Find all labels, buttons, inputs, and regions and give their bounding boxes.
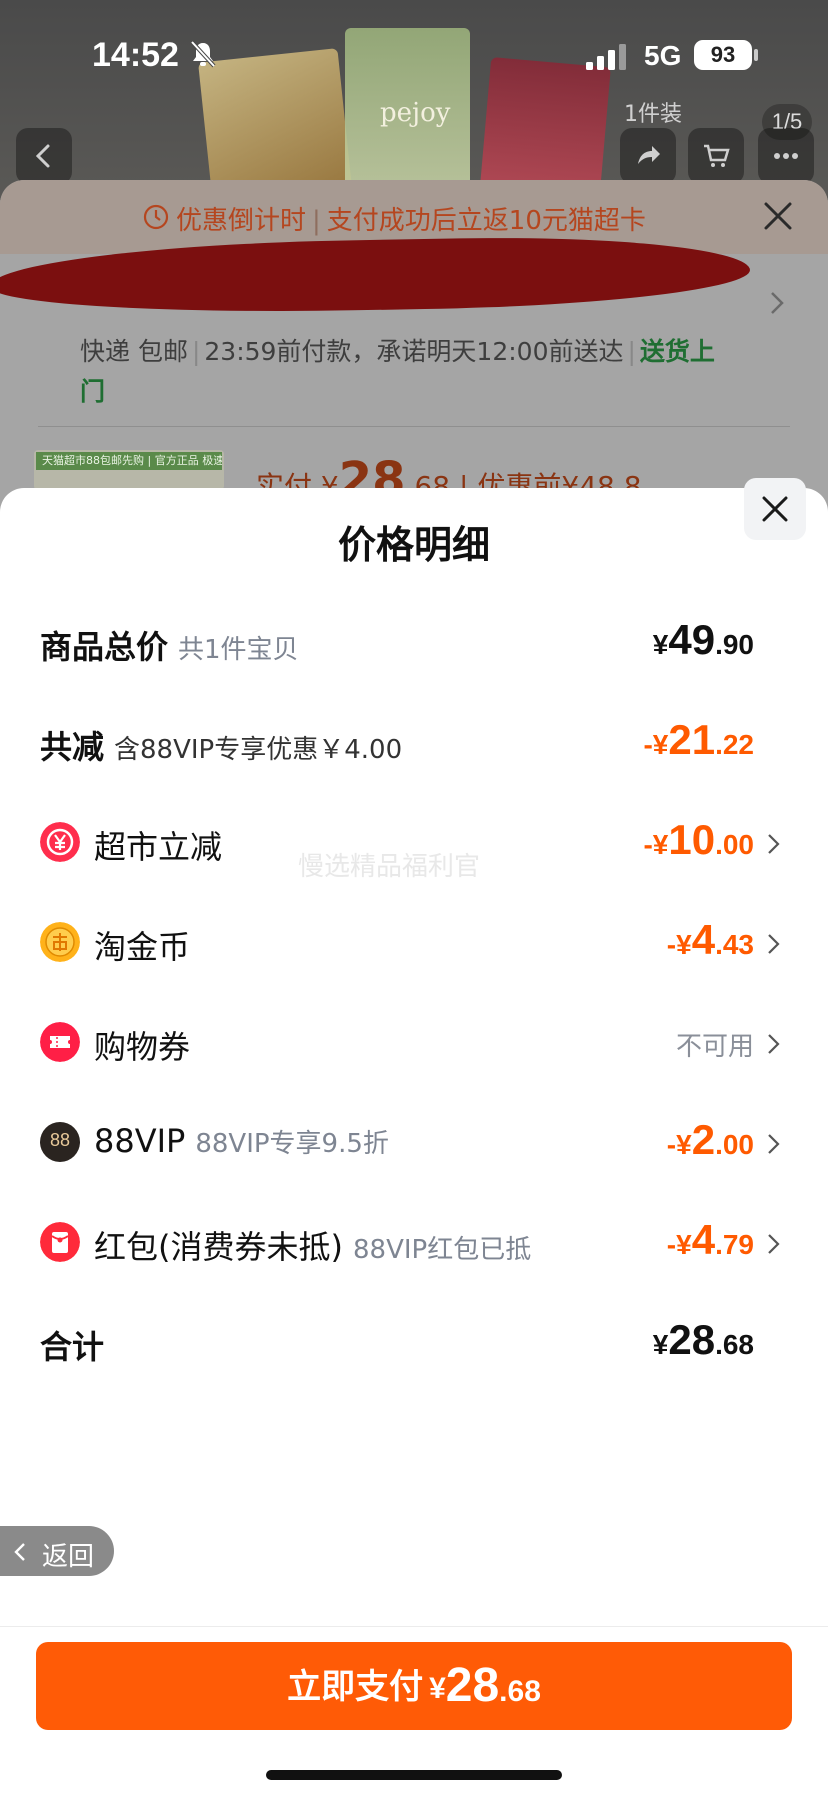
row-label: 超市立减 bbox=[94, 828, 223, 866]
row-label: 淘金币 bbox=[94, 928, 191, 966]
back-button[interactable] bbox=[16, 128, 72, 184]
amount-integer: 4 bbox=[691, 1216, 716, 1263]
more-button[interactable] bbox=[758, 128, 814, 184]
cart-button[interactable] bbox=[688, 128, 744, 184]
row-taojinbi[interactable]: 淘金币 -¥4.43 bbox=[40, 912, 788, 972]
network-type: 5G bbox=[644, 40, 682, 71]
row-amount: -¥21.22 bbox=[643, 716, 754, 764]
bell-muted-icon bbox=[190, 40, 216, 68]
status-time: 14:52 bbox=[92, 36, 179, 74]
return-button[interactable]: 返回 bbox=[0, 1526, 114, 1576]
chevron-left-icon bbox=[14, 1543, 25, 1561]
row-amount: -¥10.00 bbox=[643, 816, 754, 864]
amount-decimal: .00 bbox=[715, 1129, 754, 1160]
countdown-label: 优惠倒计时 bbox=[176, 206, 307, 236]
pay-now-label: 立即支付 bbox=[287, 1667, 424, 1707]
row-label: 合计 bbox=[40, 1328, 105, 1366]
row-goods-total: 商品总价 共1件宝贝 ¥49.90 bbox=[40, 612, 788, 672]
row-label: 商品总价 bbox=[40, 628, 169, 666]
chevron-right-icon bbox=[768, 834, 780, 854]
amount-integer: 28 bbox=[668, 1316, 716, 1363]
signal-icon bbox=[586, 44, 626, 70]
vip88-icon: 88 bbox=[40, 1122, 80, 1162]
row-amount: -¥4.79 bbox=[667, 1216, 754, 1264]
pay-now-button[interactable]: 立即支付 ¥28.68 bbox=[36, 1642, 792, 1730]
row-amount: -¥4.43 bbox=[667, 916, 754, 964]
delivery-info: 快递 包邮 | 23:59前付款，承诺明天12:00前送达 | 送货上门 bbox=[80, 337, 715, 406]
gold-coin-icon bbox=[40, 922, 80, 962]
amount-decimal: .79 bbox=[715, 1229, 754, 1260]
row-status: 不可用 bbox=[675, 1032, 754, 1062]
row-amount: ¥49.90 bbox=[653, 616, 754, 664]
more-icon bbox=[774, 153, 798, 159]
promo-text: 优惠倒计时 | 支付成功后立返10元猫超卡 bbox=[176, 206, 646, 236]
row-amount: -¥2.00 bbox=[667, 1116, 754, 1164]
amount-currency: -¥ bbox=[666, 929, 692, 960]
chevron-right-icon[interactable] bbox=[768, 290, 786, 316]
amount-currency: -¥ bbox=[666, 1229, 692, 1260]
return-label: 返回 bbox=[42, 1542, 95, 1572]
row-sublabel: 88VIP红包已抵 bbox=[352, 1235, 532, 1265]
row-label: 红包(消费券未抵) bbox=[94, 1228, 343, 1266]
vip88-icon-text: 88 bbox=[49, 1130, 71, 1150]
divider bbox=[38, 426, 790, 427]
yuan-coupon-icon bbox=[40, 822, 80, 862]
divider bbox=[0, 1626, 828, 1627]
pay-now-decimal: .68 bbox=[499, 1675, 541, 1708]
row-sublabel: 共1件宝贝 bbox=[178, 635, 299, 665]
row-sublabel: 88VIP专享9.5折 bbox=[195, 1129, 389, 1159]
share-button[interactable] bbox=[620, 128, 676, 184]
chevron-right-icon bbox=[768, 1234, 780, 1254]
row-88vip[interactable]: 88 88VIP 88VIP专享9.5折 -¥2.00 bbox=[40, 1112, 788, 1172]
cashback-label: 支付成功后立返10元猫超卡 bbox=[326, 206, 646, 236]
thumbnail-banner: 天猫超市88包邮先购 | 官方正品 极速送达 bbox=[36, 452, 222, 470]
row-sublabel: 含88VIP专享优惠￥4.00 bbox=[114, 735, 403, 765]
row-total-discount: 共减 含88VIP专享优惠￥4.00 -¥21.22 bbox=[40, 712, 788, 772]
amount-currency: ¥ bbox=[652, 629, 669, 660]
close-icon bbox=[762, 496, 788, 522]
delivery-method: 快递 包邮 bbox=[80, 337, 188, 366]
row-shopping-voucher[interactable]: 购物券 不可用 bbox=[40, 1012, 788, 1072]
close-icon[interactable] bbox=[762, 200, 794, 232]
row-label: 购物券 bbox=[94, 1028, 191, 1066]
amount-decimal: .22 bbox=[715, 729, 754, 760]
cart-icon bbox=[704, 144, 730, 167]
sheet-close-button[interactable] bbox=[744, 478, 806, 540]
amount-integer: 2 bbox=[691, 1116, 716, 1163]
row-supermarket-discount[interactable]: 超市立减 -¥10.00 bbox=[40, 812, 788, 872]
amount-decimal: .90 bbox=[715, 629, 754, 660]
amount-integer: 10 bbox=[668, 816, 716, 863]
amount-integer: 49 bbox=[668, 616, 716, 663]
status-bar: 14:52 5G 93 bbox=[0, 0, 828, 110]
ticket-icon bbox=[40, 1022, 80, 1062]
row-grand-total: 合计 ¥28.68 bbox=[40, 1312, 788, 1372]
sheet-title: 价格明细 bbox=[337, 523, 490, 567]
amount-currency: -¥ bbox=[643, 729, 669, 760]
amount-integer: 21 bbox=[668, 716, 716, 763]
row-amount: ¥28.68 bbox=[653, 1316, 754, 1364]
amount-decimal: .68 bbox=[715, 1329, 754, 1360]
chevron-left-icon bbox=[35, 144, 50, 168]
chevron-right-icon bbox=[768, 1034, 780, 1054]
amount-decimal: .00 bbox=[715, 829, 754, 860]
home-indicator[interactable] bbox=[266, 1770, 562, 1780]
row-red-packet[interactable]: 红包(消费券未抵) 88VIP红包已抵 -¥4.79 bbox=[40, 1212, 788, 1272]
red-packet-icon bbox=[40, 1222, 80, 1262]
amount-currency: ¥ bbox=[652, 1329, 669, 1360]
amount-integer: 4 bbox=[691, 916, 716, 963]
pay-now-integer: 28 bbox=[445, 1659, 500, 1712]
amount-currency: -¥ bbox=[643, 829, 669, 860]
battery-level: 93 bbox=[694, 40, 752, 70]
amount-decimal: .43 bbox=[715, 929, 754, 960]
amount-currency: -¥ bbox=[666, 1129, 692, 1160]
row-label: 88VIP bbox=[94, 1122, 186, 1160]
delivery-promise: 23:59前付款，承诺明天12:00前送达 bbox=[204, 337, 624, 366]
pay-now-currency: ¥ bbox=[429, 1672, 446, 1705]
chevron-right-icon bbox=[768, 1134, 780, 1154]
battery-tip bbox=[754, 49, 758, 61]
chevron-right-icon bbox=[768, 934, 780, 954]
row-label: 共减 bbox=[40, 728, 105, 766]
share-icon bbox=[638, 146, 660, 164]
